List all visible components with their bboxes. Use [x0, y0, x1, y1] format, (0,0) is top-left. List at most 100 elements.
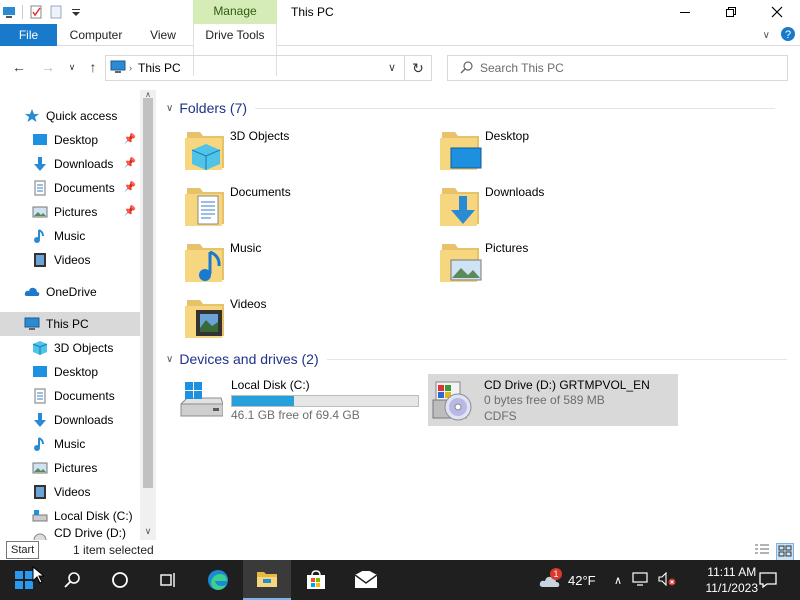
- sidebar-item-local-disk[interactable]: Local Disk (C:): [0, 504, 140, 528]
- manage-tab[interactable]: Manage: [193, 0, 277, 24]
- file-explorer-button[interactable]: [243, 560, 291, 600]
- forward-button[interactable]: →: [38, 56, 58, 78]
- expand-ribbon-icon[interactable]: ∨: [763, 30, 770, 41]
- folder-documents-icon: [184, 182, 228, 226]
- sidebar-item-quick-access[interactable]: Quick access: [0, 104, 140, 128]
- arrow-left-icon: ←: [12, 59, 26, 75]
- download-icon: [32, 412, 48, 428]
- new-folder-icon[interactable]: [49, 5, 63, 19]
- status-bar: 1 item selected: [0, 540, 800, 562]
- folder-music[interactable]: Music: [184, 238, 434, 288]
- address-dropdown-icon[interactable]: ∨: [388, 61, 396, 74]
- sidebar-item-downloads[interactable]: Downloads 📌: [0, 152, 140, 176]
- sidebar-item-cd-drive[interactable]: CD Drive (D:) GR: [0, 526, 140, 540]
- sidebar-item-pictures[interactable]: Pictures 📌: [0, 200, 140, 224]
- tab-file[interactable]: File: [0, 24, 57, 46]
- start-tooltip: Start: [6, 541, 40, 559]
- cortana-button[interactable]: [96, 560, 144, 600]
- ribbon: File Computer View Drive Tools ∨ ?: [0, 24, 800, 76]
- mail-button[interactable]: [342, 560, 390, 600]
- store-button[interactable]: [292, 560, 340, 600]
- sidebar-label: Videos: [54, 253, 91, 267]
- sidebar-label: Local Disk (C:): [54, 509, 133, 523]
- sidebar-item-music[interactable]: Music: [0, 224, 140, 248]
- folder-music-icon: [184, 238, 228, 282]
- sidebar-label: Pictures: [54, 205, 98, 219]
- sidebar-item-desktop[interactable]: Desktop 📌: [0, 128, 140, 152]
- show-hidden-icons-icon[interactable]: ∧: [614, 574, 622, 587]
- notifications-button[interactable]: [748, 560, 788, 600]
- properties-icon[interactable]: [29, 5, 43, 19]
- download-icon: [32, 156, 48, 172]
- this-pc-icon: [110, 60, 126, 77]
- customize-toolbar-icon[interactable]: [69, 5, 83, 19]
- folder-documents[interactable]: Documents: [184, 182, 434, 232]
- sidebar-item-documents-pc[interactable]: Documents: [0, 384, 140, 408]
- sidebar-item-downloads-pc[interactable]: Downloads: [0, 408, 140, 432]
- drive-cd[interactable]: CD Drive (D:) GRTMPVOL_EN 0 bytes free o…: [428, 374, 678, 426]
- sidebar-label: Quick access: [46, 109, 118, 123]
- search-icon: [460, 60, 474, 77]
- folder-desktop[interactable]: Desktop: [439, 126, 689, 176]
- refresh-button[interactable]: ↻: [405, 55, 432, 81]
- minimize-button[interactable]: [662, 0, 708, 24]
- folder-name: Downloads: [485, 185, 545, 199]
- sidebar-item-videos-pc[interactable]: Videos: [0, 480, 140, 504]
- sidebar-scrollbar[interactable]: ∧ ∨: [140, 90, 156, 540]
- divider: [326, 358, 787, 360]
- scroll-down-icon[interactable]: ∨: [140, 526, 156, 540]
- scrollbar-thumb[interactable]: [143, 98, 153, 488]
- sidebar-item-music-pc[interactable]: Music: [0, 432, 140, 456]
- sidebar-item-this-pc[interactable]: This PC: [0, 312, 140, 336]
- sidebar-item-videos[interactable]: Videos: [0, 248, 140, 272]
- sidebar-label: Downloads: [54, 157, 114, 171]
- sidebar-item-desktop-pc[interactable]: Desktop: [0, 360, 140, 384]
- computer-icon[interactable]: [2, 5, 16, 19]
- folder-3d-objects[interactable]: 3D Objects: [184, 126, 434, 176]
- folders-header[interactable]: ∨ Folders (7): [166, 100, 776, 116]
- folder-pictures[interactable]: Pictures: [439, 238, 689, 288]
- tab-computer[interactable]: Computer: [62, 24, 130, 46]
- document-icon: [32, 388, 48, 404]
- volume-muted-icon[interactable]: [658, 571, 676, 589]
- close-button[interactable]: [754, 0, 800, 24]
- sidebar-item-onedrive[interactable]: OneDrive: [0, 280, 140, 304]
- folder-name: Pictures: [485, 241, 529, 255]
- folder-name: 3D Objects: [230, 129, 290, 143]
- search-icon: [64, 572, 80, 588]
- tab-view[interactable]: View: [140, 24, 186, 46]
- desktop-icon: [32, 132, 48, 148]
- system-tray: ∧: [614, 560, 676, 600]
- sidebar-item-documents[interactable]: Documents 📌: [0, 176, 140, 200]
- selection-count: 1 item selected: [73, 543, 154, 557]
- recent-locations-button[interactable]: ∨: [62, 56, 82, 78]
- arrow-right-icon: →: [41, 59, 55, 75]
- address-bar[interactable]: › This PC ∨: [105, 55, 405, 81]
- search-box[interactable]: Search This PC: [447, 55, 788, 81]
- folder-downloads[interactable]: Downloads: [439, 182, 689, 232]
- window-title: This PC: [291, 5, 334, 19]
- folder-videos[interactable]: Videos: [184, 294, 434, 344]
- pin-icon: 📌: [123, 158, 136, 169]
- help-icon[interactable]: ?: [780, 26, 796, 45]
- pictures-icon: [32, 204, 48, 220]
- devices-header[interactable]: ∨ Devices and drives (2): [166, 351, 787, 367]
- scroll-up-icon[interactable]: ∧: [140, 90, 156, 99]
- search-button[interactable]: [48, 560, 96, 600]
- sidebar-item-3d-objects[interactable]: 3D Objects: [0, 336, 140, 360]
- music-icon: [32, 228, 48, 244]
- weather-widget[interactable]: 1 42°F: [538, 560, 596, 600]
- back-button[interactable]: ←: [9, 56, 29, 78]
- maximize-button[interactable]: [708, 0, 754, 24]
- up-button[interactable]: ↑: [83, 56, 103, 78]
- network-icon[interactable]: [632, 571, 648, 589]
- drive-local-disk[interactable]: Local Disk (C:) 46.1 GB free of 69.4 GB: [175, 374, 425, 426]
- pin-icon: 📌: [123, 182, 136, 193]
- task-view-button[interactable]: [144, 560, 192, 600]
- sidebar-label: CD Drive (D:) GR: [54, 526, 126, 540]
- sidebar-label: Documents: [54, 389, 115, 403]
- sidebar-label: OneDrive: [46, 285, 97, 299]
- sidebar-item-pictures-pc[interactable]: Pictures: [0, 456, 140, 480]
- edge-button[interactable]: [194, 560, 242, 600]
- sidebar-label: Music: [54, 229, 86, 243]
